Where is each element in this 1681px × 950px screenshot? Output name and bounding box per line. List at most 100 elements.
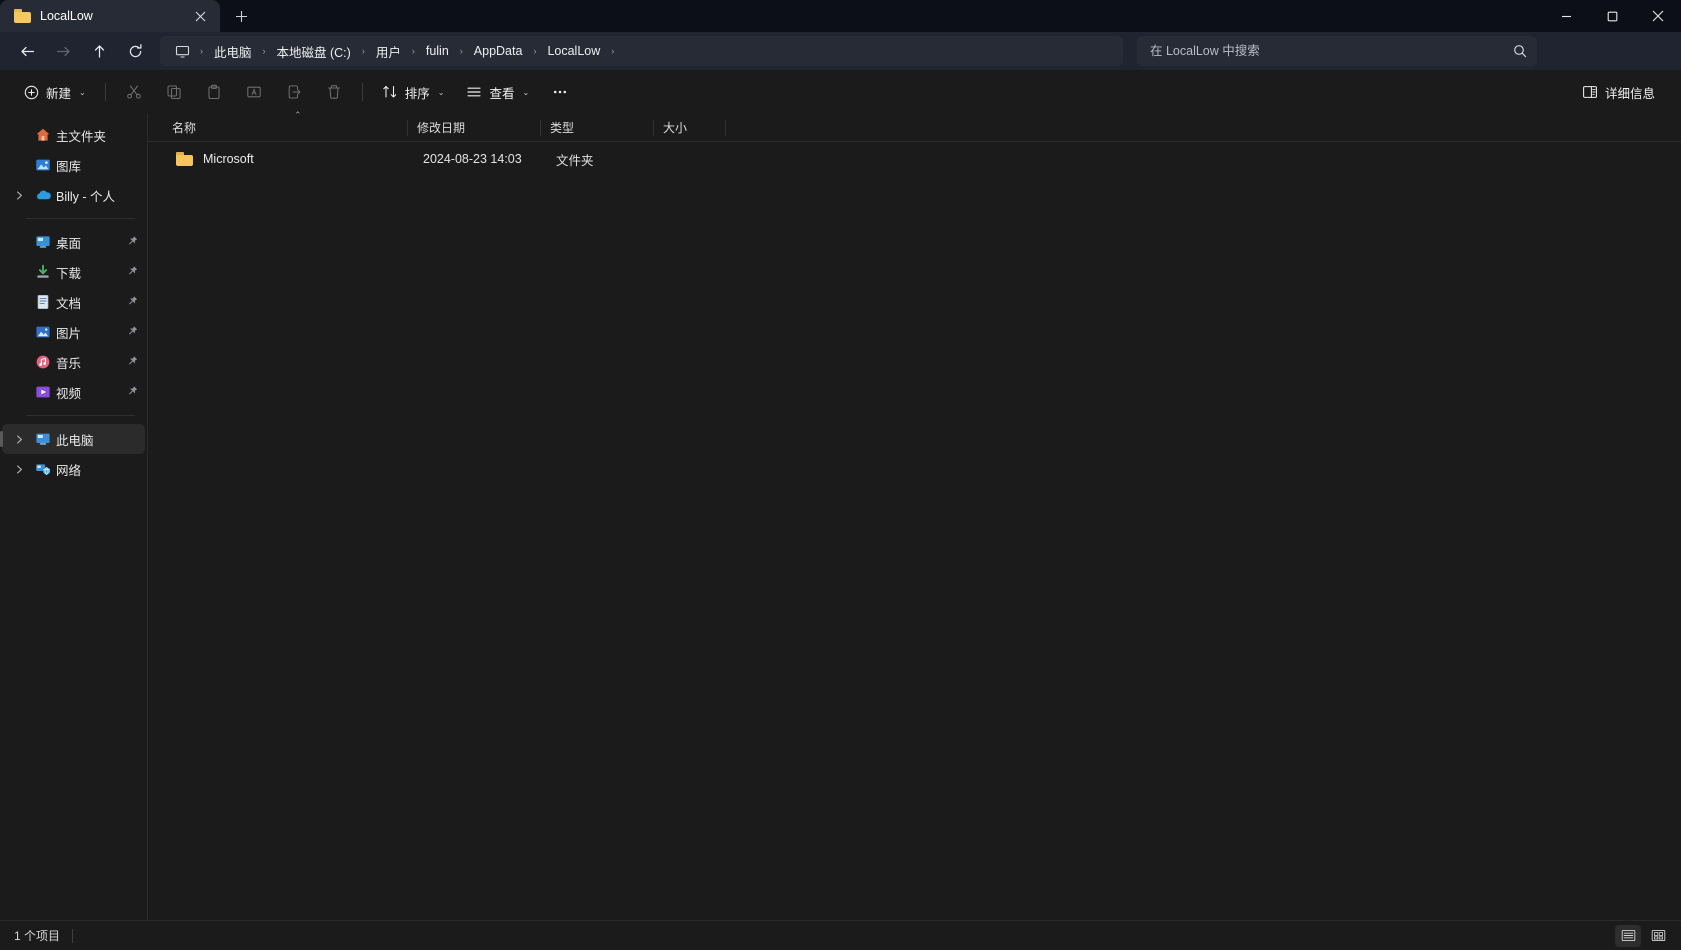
sidebar-item-label: 下载 [56,266,82,281]
column-header-end [725,114,726,142]
title-bar: LocalLow [0,0,1681,32]
search-input[interactable] [1150,44,1513,58]
paste-button[interactable] [195,76,233,108]
details-view-button[interactable] [1615,924,1641,947]
pin-icon[interactable] [123,293,141,311]
file-name: Microsoft [203,152,254,166]
downloads-icon [30,264,56,280]
status-divider [72,928,74,943]
tab-locallow[interactable]: LocalLow [0,0,220,32]
address-bar: › 此电脑 › 本地磁盘 (C:) › 用户 › fulin › AppData… [0,32,1681,70]
paste-icon [208,84,220,100]
sort-button[interactable]: 排序 ⌄ [372,76,455,108]
more-options-button[interactable] [541,76,579,108]
rename-button[interactable] [235,76,273,108]
delete-button[interactable] [315,76,353,108]
plus-circle-icon [24,85,39,99]
breadcrumb-item-5[interactable]: LocalLow [540,40,607,62]
close-tab-icon[interactable] [188,5,212,27]
chevron-right-icon[interactable] [8,464,30,474]
chevron-right-icon[interactable] [8,190,30,200]
tab-title: LocalLow [40,9,93,23]
pin-icon[interactable] [123,353,141,371]
back-button[interactable] [10,36,44,66]
navigation-pane: 主文件夹 图库 Billy - 个人 桌面 下载 文档 图片 音乐 视频 此电脑… [0,114,148,920]
breadcrumb-item-3[interactable]: fulin [419,40,456,62]
scissors-icon [126,85,141,99]
pin-icon[interactable] [123,263,141,281]
column-header-date[interactable]: 修改日期 [407,114,540,142]
refresh-button[interactable] [118,36,152,66]
new-button[interactable]: 新建 ⌄ [14,76,96,108]
sidebar-item-gallery[interactable]: 图库 [2,150,145,180]
maximize-button[interactable] [1589,0,1635,32]
search-icon[interactable] [1513,44,1527,58]
chevron-right-icon[interactable] [8,434,30,444]
view-toggle-group [1615,924,1671,947]
sidebar-item-downloads[interactable]: 下载 [2,257,145,287]
breadcrumb-item-4[interactable]: AppData [467,40,530,62]
pin-icon[interactable] [123,323,141,341]
share-button[interactable] [275,76,313,108]
column-header-size[interactable]: 大小 [653,114,725,142]
onedrive-cloud-icon [30,187,56,203]
column-header-name[interactable]: 名称 ⌃ [162,110,407,142]
command-bar: 新建 ⌄ 排序 ⌄ 查看 ⌄ 详细信息 [0,70,1681,114]
large-icons-view-button[interactable] [1645,925,1671,947]
chevron-down-icon: ⌄ [79,87,86,97]
pin-icon[interactable] [123,383,141,401]
network-icon [30,461,56,477]
chevron-right-icon: › [262,46,266,56]
up-button[interactable] [82,36,116,66]
toolbar-divider [361,83,363,101]
sidebar-item-pictures[interactable]: 图片 [2,317,145,347]
sidebar-divider [26,218,135,219]
view-button[interactable]: 查看 ⌄ [456,76,539,108]
folder-icon [176,152,193,166]
sidebar-item-videos[interactable]: 视频 [2,377,145,407]
sidebar-item-onedrive[interactable]: Billy - 个人 [2,180,145,210]
close-window-button[interactable] [1635,0,1681,32]
copy-button[interactable] [155,76,193,108]
view-label: 查看 [489,86,515,101]
breadcrumb-item-1[interactable]: 本地磁盘 (C:) [270,38,358,65]
documents-icon [30,294,56,310]
column-label: 名称 [172,121,197,135]
search-box[interactable] [1137,36,1537,66]
videos-icon [30,384,56,400]
column-header-type[interactable]: 类型 [540,114,653,142]
music-icon [30,354,56,370]
cell-type: 文件夹 [556,153,594,168]
sidebar-item-network[interactable]: 网络 [2,454,145,484]
column-label: 大小 [663,121,688,135]
chevron-right-icon: › [459,46,463,56]
details-pane-button[interactable]: 详细信息 [1572,76,1665,108]
sidebar-item-documents[interactable]: 文档 [2,287,145,317]
item-count-label: 1 个项目 [14,929,61,943]
sidebar-item-label: 图库 [56,159,82,174]
sort-label: 排序 [404,86,430,101]
view-list-icon [467,87,482,97]
file-explorer-window: LocalLow › 此电脑 › 本地磁盘 (C:) › 用户 › fulin … [0,0,1681,950]
breadcrumb[interactable]: › 此电脑 › 本地磁盘 (C:) › 用户 › fulin › AppData… [160,36,1123,66]
details-pane-label: 详细信息 [1604,86,1655,101]
breadcrumb-item-0[interactable]: 此电脑 [207,38,259,65]
minimize-button[interactable] [1543,0,1589,32]
chevron-down-icon: ⌄ [437,87,445,97]
forward-button[interactable] [46,36,80,66]
new-tab-button[interactable] [226,1,256,31]
cell-name: Microsoft [168,152,413,166]
sort-icon [382,85,396,98]
pin-icon[interactable] [123,233,141,251]
sidebar-item-music[interactable]: 音乐 [2,347,145,377]
sidebar-item-desktop[interactable]: 桌面 [2,227,145,257]
chevron-down-icon: ⌄ [522,87,530,97]
chevron-right-icon: › [411,46,415,56]
breadcrumb-item-2[interactable]: 用户 [369,38,408,65]
sidebar-item-home[interactable]: 主文件夹 [2,120,145,150]
details-pane-area: 详细信息 [1572,76,1665,108]
cut-button[interactable] [115,76,153,108]
table-row[interactable]: Microsoft 2024-08-23 14:03 文件夹 [154,146,1677,172]
sidebar-item-this-pc[interactable]: 此电脑 [0,424,145,454]
column-label: 类型 [550,121,575,135]
